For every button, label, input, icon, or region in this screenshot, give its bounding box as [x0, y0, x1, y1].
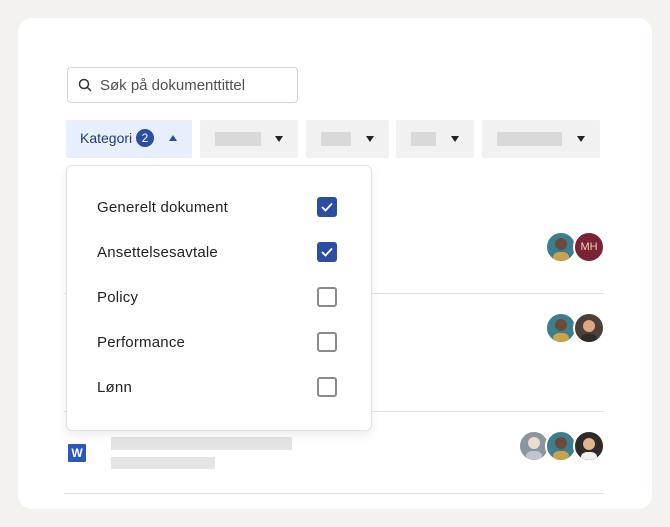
filter-button-2[interactable]	[200, 120, 298, 158]
checkbox-checked[interactable]	[317, 197, 337, 217]
subtitle-placeholder	[111, 457, 215, 469]
filter-button-5[interactable]	[482, 120, 600, 158]
filter-placeholder-bar	[215, 132, 261, 146]
category-count-badge: 2	[136, 129, 154, 147]
avatar[interactable]	[573, 312, 605, 344]
search-placeholder: Søk på dokumenttittel	[100, 76, 246, 94]
filter-placeholder-bar	[497, 132, 562, 146]
check-icon	[321, 247, 333, 257]
category-dropdown: Generelt dokument Ansettelsesavtale Poli…	[66, 165, 372, 431]
caret-down-icon	[451, 136, 459, 142]
checkbox-unchecked[interactable]	[317, 377, 337, 397]
filter-placeholder-bar	[321, 132, 351, 146]
caret-down-icon	[366, 136, 374, 142]
check-icon	[321, 202, 333, 212]
filter-button-4[interactable]	[396, 120, 474, 158]
option-label: Ansettelsesavtale	[97, 244, 218, 261]
word-file-icon: W	[68, 444, 86, 462]
filter-button-3[interactable]	[306, 120, 389, 158]
option-label: Generelt dokument	[97, 199, 228, 216]
avatar[interactable]	[573, 430, 605, 462]
caret-down-icon	[275, 136, 283, 142]
filter-placeholder-bar	[411, 132, 436, 146]
category-filter-label: Kategori	[80, 130, 133, 146]
checkbox-checked[interactable]	[317, 242, 337, 262]
avatar-initials[interactable]: MH	[573, 231, 605, 263]
option-label: Policy	[97, 289, 139, 306]
caret-down-icon	[577, 136, 585, 142]
category-filter-button[interactable]: Kategori 2	[66, 120, 192, 158]
caret-up-icon	[169, 135, 177, 141]
search-input[interactable]: Søk på dokumenttittel	[67, 67, 298, 103]
checkbox-unchecked[interactable]	[317, 287, 337, 307]
checkbox-unchecked[interactable]	[317, 332, 337, 352]
option-label: Lønn	[97, 379, 132, 396]
row-divider	[64, 493, 604, 494]
search-icon	[78, 78, 92, 92]
title-placeholder	[111, 437, 292, 450]
document-list-panel: Søk på dokumenttittel Kategori 2 MH W Ge…	[18, 18, 652, 509]
option-label: Performance	[97, 334, 186, 351]
